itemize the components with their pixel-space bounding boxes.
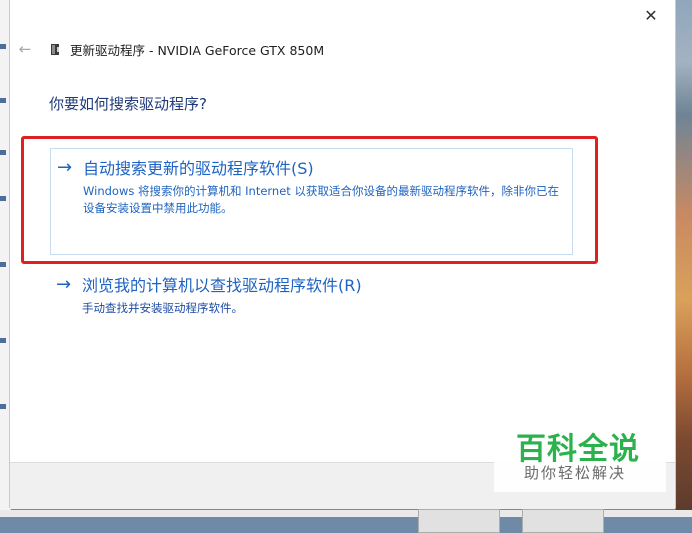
watermark-subtitle: 助你轻松解决 bbox=[524, 464, 627, 482]
background-marker bbox=[0, 150, 6, 155]
back-arrow-icon[interactable]: ← bbox=[16, 40, 34, 58]
browse-computer-option[interactable]: → 浏览我的计算机以查找驱动程序软件(R) 手动查找并安装驱动程序软件。 bbox=[50, 266, 573, 326]
close-icon[interactable]: ✕ bbox=[639, 4, 663, 28]
auto-search-option[interactable]: → 自动搜索更新的驱动程序软件(S) Windows 将搜索你的计算机和 Int… bbox=[50, 148, 573, 255]
footer-button[interactable] bbox=[522, 509, 604, 533]
background-marker bbox=[0, 262, 6, 267]
arrow-right-icon: → bbox=[57, 157, 73, 178]
browse-computer-description: 手动查找并安装驱动程序软件。 bbox=[82, 301, 243, 315]
device-icon bbox=[51, 44, 59, 55]
background-marker bbox=[0, 338, 6, 343]
window-title: 更新驱动程序 - NVIDIA GeForce GTX 850M bbox=[70, 42, 325, 58]
footer-button[interactable] bbox=[418, 509, 500, 533]
background-marker bbox=[0, 44, 6, 49]
page-question: 你要如何搜索驱动程序? bbox=[49, 95, 207, 113]
arrow-right-icon: → bbox=[56, 274, 72, 295]
background-marker bbox=[0, 404, 6, 409]
desktop-wallpaper bbox=[676, 0, 692, 517]
browse-computer-title: 浏览我的计算机以查找驱动程序软件(R) bbox=[82, 276, 362, 295]
background-marker bbox=[0, 98, 6, 103]
background-marker bbox=[0, 196, 6, 201]
auto-search-description: Windows 将搜索你的计算机和 Internet 以获取适合你设备的最新驱动… bbox=[83, 184, 559, 215]
title-bar: ← 更新驱动程序 - NVIDIA GeForce GTX 850M bbox=[16, 38, 324, 60]
auto-search-title: 自动搜索更新的驱动程序软件(S) bbox=[83, 159, 314, 178]
watermark: 百科全说 助你轻松解决 bbox=[494, 424, 666, 492]
